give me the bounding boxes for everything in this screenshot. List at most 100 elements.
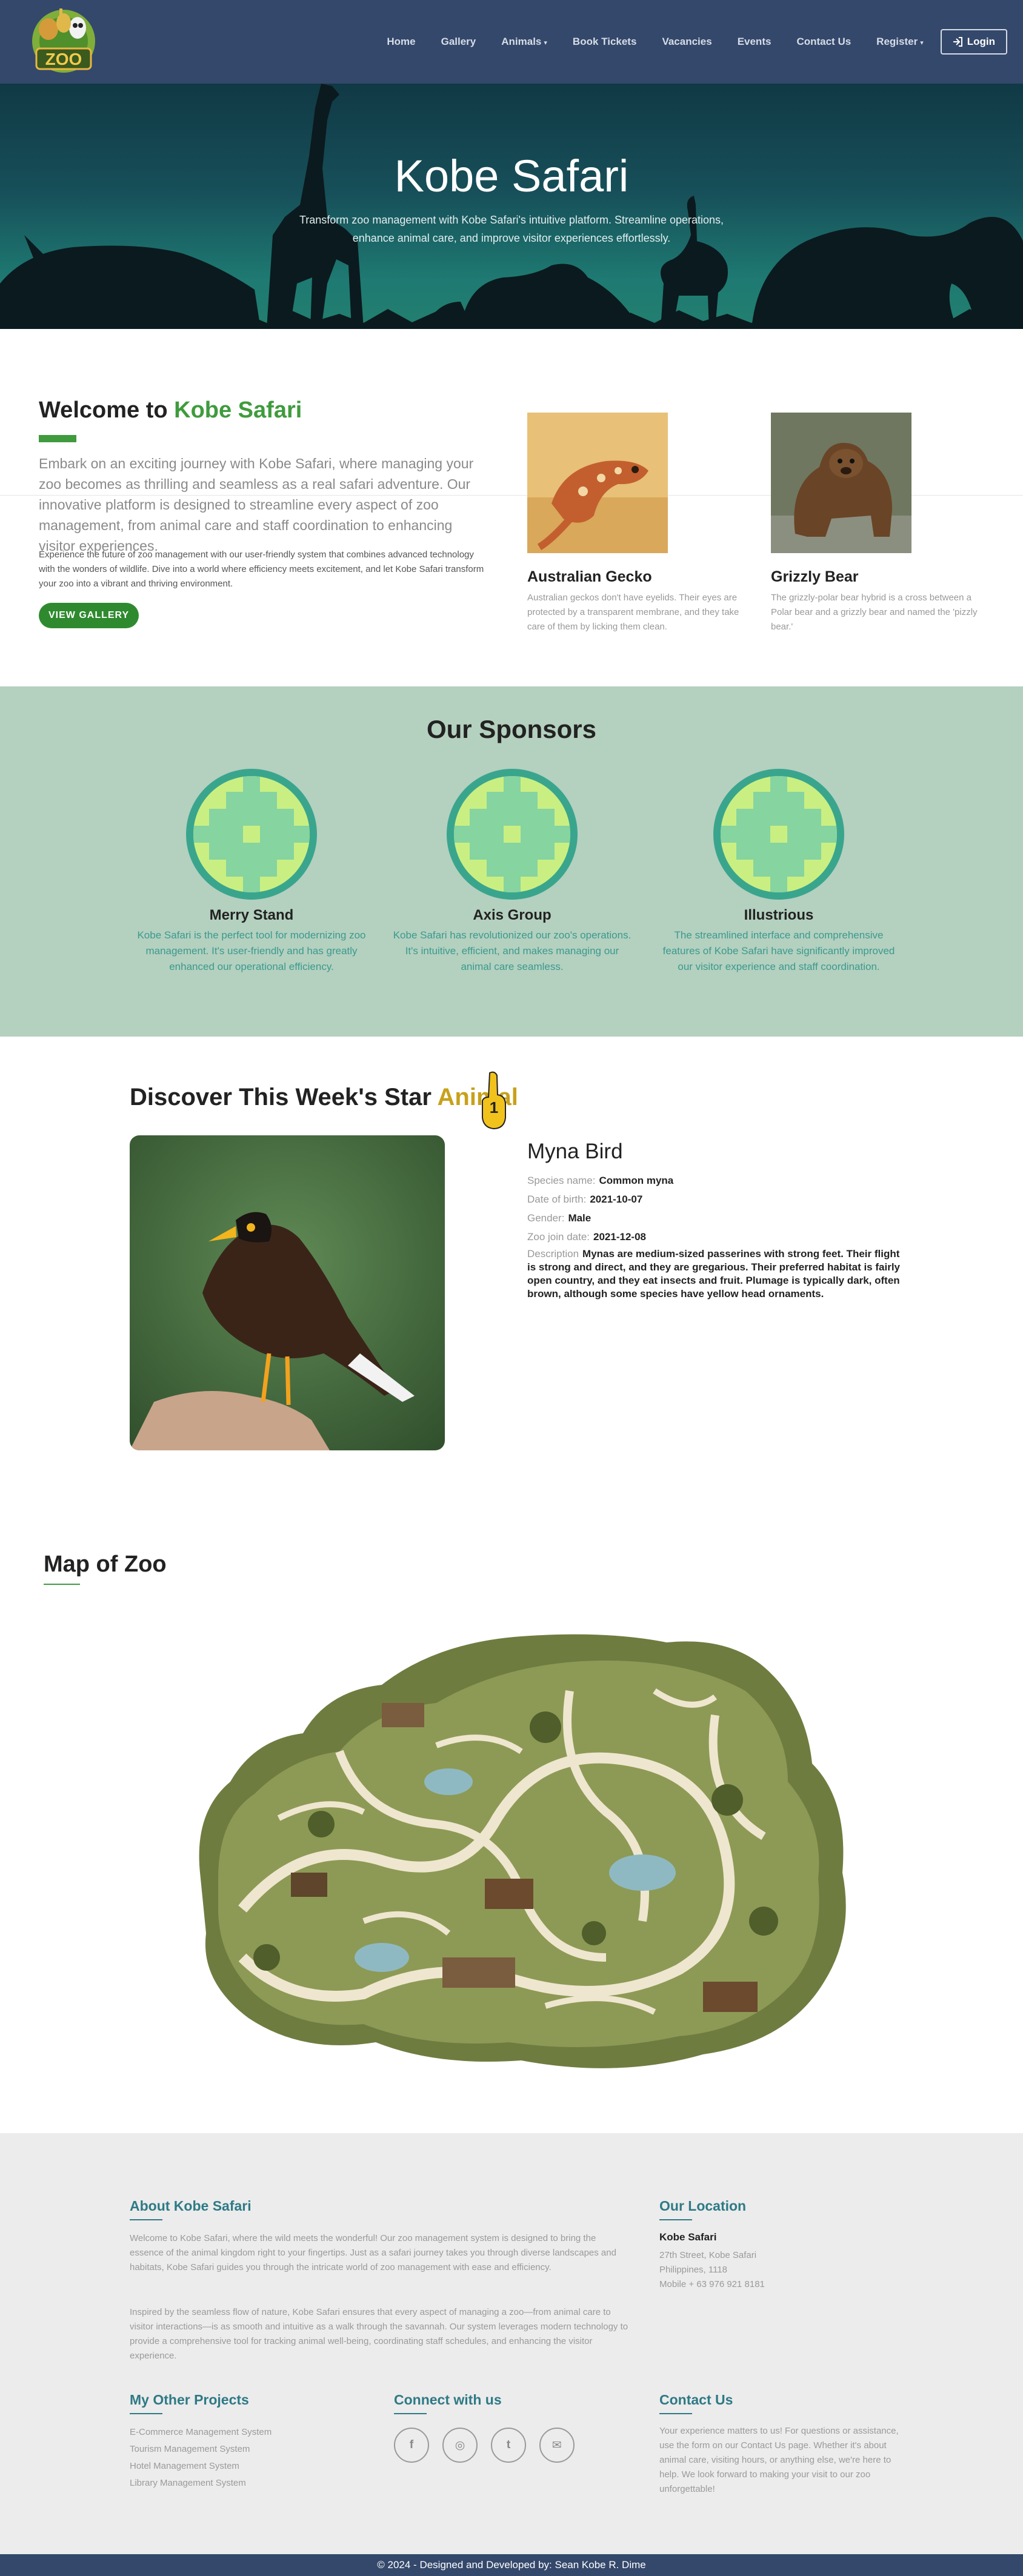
view-gallery-button[interactable]: VIEW GALLERY <box>39 603 139 628</box>
detail-label: Date of birth: <box>527 1193 587 1205</box>
welcome-body: Experience the future of zoo management … <box>39 549 484 589</box>
projects-title: My Other Projects <box>130 2392 249 2408</box>
foam-finger-icon: 1 <box>482 1071 506 1130</box>
project-link[interactable]: Tourism Management System <box>130 2441 272 2458</box>
nav-gallery[interactable]: Gallery <box>441 36 476 48</box>
about-paragraph: Welcome to Kobe Safari, where the wild m… <box>130 2233 616 2272</box>
title-underline <box>659 2219 692 2220</box>
sponsor-card: Merry Stand Kobe Safari is the perfect t… <box>130 766 373 975</box>
footer: About Kobe Safari Welcome to Kobe Safari… <box>0 2133 1023 2554</box>
sponsor-card: Illustrious The streamlined interface an… <box>658 766 900 975</box>
phone-number: Mobile + 63 976 921 8181 <box>659 2279 765 2289</box>
social-links: f ◎ t ✉ <box>394 2428 575 2463</box>
detail-value: Mynas are medium-sized passerines with s… <box>527 1248 900 1300</box>
detail-dob: Date of birth: 2021-10-07 <box>527 1190 903 1209</box>
welcome-lead: Embark on an exciting journey with Kobe … <box>39 456 474 554</box>
sponsor-card: Axis Group Kobe Safari has revolutionize… <box>391 766 633 975</box>
myna-bird-photo <box>130 1135 445 1450</box>
sponsor-testimonial: The streamlined interface and comprehens… <box>662 929 895 972</box>
safari-silhouette-illustration <box>0 84 1023 329</box>
nav-register-dropdown[interactable]: Register ▾ <box>876 36 924 48</box>
animal-card: Australian Gecko Australian geckos don't… <box>527 413 751 634</box>
project-link[interactable]: Hotel Management System <box>130 2458 272 2475</box>
location-name: Kobe Safari <box>659 2231 717 2243</box>
nav-book-tickets[interactable]: Book Tickets <box>573 36 637 48</box>
animal-description: The grizzly-polar bear hybrid is a cross… <box>771 593 978 632</box>
gecko-image <box>527 413 668 553</box>
sponsor-testimonial: Kobe Safari has revolutionized our zoo's… <box>393 929 631 972</box>
detail-label: Species name: <box>527 1175 596 1186</box>
hero-banner: Kobe Safari Transform zoo management wit… <box>0 84 1023 329</box>
sponsor-logo <box>184 766 319 902</box>
zoo-map-illustration <box>199 1634 846 2068</box>
hero-title: Kobe Safari <box>394 151 629 201</box>
sponsors-title: Our Sponsors <box>426 715 597 743</box>
animal-name: Australian Gecko <box>527 568 652 585</box>
about-paragraph: Inspired by the seamless flow of nature,… <box>130 2307 628 2361</box>
copyright-bar: © 2024 - Designed and Developed by: Sean… <box>0 2554 1023 2576</box>
welcome-title-prefix: Welcome to <box>39 397 175 423</box>
star-animal-title: Discover This Week's Star Animal <box>130 1084 518 1111</box>
star-animal-details: Myna Bird Species name: Common myna Date … <box>527 1140 903 1301</box>
detail-description: Description Mynas are medium-sized passer… <box>527 1247 903 1301</box>
detail-join-date: Zoo join date: 2021-12-08 <box>527 1227 903 1246</box>
title-underline <box>130 2413 162 2414</box>
sponsor-logo <box>711 766 847 902</box>
caret-down-icon: ▾ <box>920 39 924 47</box>
project-link[interactable]: Library Management System <box>130 2475 272 2492</box>
address-line: 27th Street, Kobe Safari <box>659 2250 757 2260</box>
detail-label: Zoo join date: <box>527 1231 590 1243</box>
nav-animals-dropdown[interactable]: Animals ▾ <box>501 36 547 48</box>
connect-title: Connect with us <box>394 2392 502 2408</box>
welcome-title-accent: Kobe Safari <box>174 397 302 423</box>
detail-gender: Gender: Male <box>527 1209 903 1227</box>
sign-in-icon <box>953 37 962 47</box>
detail-value: Male <box>568 1212 591 1224</box>
detail-value: Common myna <box>599 1175 674 1186</box>
facebook-icon[interactable]: f <box>394 2428 429 2463</box>
title-underline <box>394 2413 427 2414</box>
zoo-logo[interactable]: ZOO <box>24 5 103 81</box>
sponsor-name: Illustrious <box>744 907 814 923</box>
project-link[interactable]: E-Commerce Management System <box>130 2424 272 2441</box>
welcome-title: Welcome to Kobe Safari <box>39 397 302 423</box>
nav-vacancies[interactable]: Vacancies <box>662 36 711 48</box>
animal-name: Grizzly Bear <box>771 568 859 585</box>
email-icon[interactable]: ✉ <box>539 2428 575 2463</box>
title-underline <box>44 1584 80 1585</box>
detail-label: Gender: <box>527 1212 565 1224</box>
nav-register-label: Register <box>876 36 918 47</box>
address-line: Philippines, 1118 <box>659 2265 728 2275</box>
title-underline <box>39 435 76 442</box>
caret-down-icon: ▾ <box>544 39 547 47</box>
detail-value: 2021-12-08 <box>593 1231 646 1243</box>
title-underline <box>659 2413 692 2414</box>
nav-home[interactable]: Home <box>387 36 415 48</box>
title-underline <box>130 2219 162 2220</box>
instagram-icon[interactable]: ◎ <box>442 2428 478 2463</box>
detail-value: 2021-10-07 <box>590 1193 643 1205</box>
nav-events[interactable]: Events <box>738 36 771 48</box>
detail-label: Description <box>527 1248 579 1260</box>
sponsors-section: Our Sponsors Merry Stand Kobe Safari is … <box>0 686 1023 1037</box>
nav-contact-us[interactable]: Contact Us <box>796 36 851 48</box>
navbar: ZOO Home Gallery Animals ▾ Book Tickets V… <box>0 0 1023 84</box>
nav-animals-label: Animals <box>501 36 542 47</box>
sponsor-name: Axis Group <box>473 907 551 923</box>
sponsor-name: Merry Stand <box>209 907 294 923</box>
login-label: Login <box>967 36 995 47</box>
svg-text:1: 1 <box>490 1098 498 1117</box>
location-title: Our Location <box>659 2198 747 2214</box>
star-animal-section: Discover This Week's Star Animal 1 Myna … <box>0 1037 1023 1521</box>
detail-species: Species name: Common myna <box>527 1171 903 1190</box>
login-button[interactable]: Login <box>940 29 1007 55</box>
sponsor-testimonial: Kobe Safari is the perfect tool for mode… <box>137 929 366 972</box>
contact-title: Contact Us <box>659 2392 733 2408</box>
location-address: 27th Street, Kobe Safari Philippines, 11… <box>659 2248 902 2292</box>
map-title: Map of Zoo <box>44 1552 167 1577</box>
sponsor-logo <box>444 766 580 902</box>
about-title: About Kobe Safari <box>130 2198 252 2214</box>
animal-description: Australian geckos don't have eyelids. Th… <box>527 593 739 632</box>
star-animal-name: Myna Bird <box>527 1140 623 1163</box>
twitter-icon[interactable]: t <box>491 2428 526 2463</box>
